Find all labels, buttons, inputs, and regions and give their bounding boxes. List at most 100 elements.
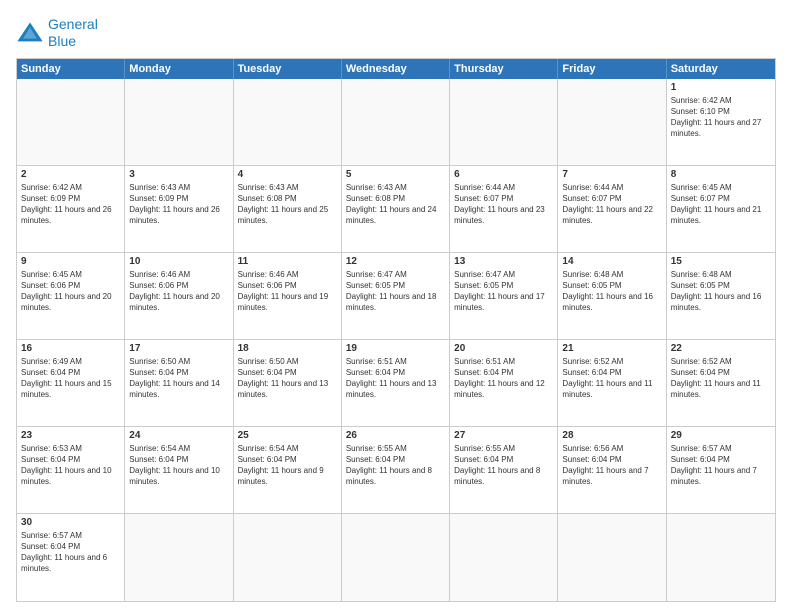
cell-info: Sunrise: 6:57 AMSunset: 6:04 PMDaylight:…	[21, 530, 120, 575]
page-header: General Blue	[16, 16, 776, 50]
calendar-cell: 25 Sunrise: 6:54 AMSunset: 6:04 PMDaylig…	[234, 427, 342, 513]
cell-info: Sunrise: 6:47 AMSunset: 6:05 PMDaylight:…	[454, 269, 553, 314]
logo-icon	[16, 19, 44, 47]
calendar-cell: 9 Sunrise: 6:45 AMSunset: 6:06 PMDayligh…	[17, 253, 125, 339]
calendar-cell: 19 Sunrise: 6:51 AMSunset: 6:04 PMDaylig…	[342, 340, 450, 426]
cell-info: Sunrise: 6:44 AMSunset: 6:07 PMDaylight:…	[454, 182, 553, 227]
cell-info: Sunrise: 6:42 AMSunset: 6:09 PMDaylight:…	[21, 182, 120, 227]
calendar-cell: 27 Sunrise: 6:55 AMSunset: 6:04 PMDaylig…	[450, 427, 558, 513]
calendar-cell: 23 Sunrise: 6:53 AMSunset: 6:04 PMDaylig…	[17, 427, 125, 513]
calendar-cell: 24 Sunrise: 6:54 AMSunset: 6:04 PMDaylig…	[125, 427, 233, 513]
day-header-saturday: Saturday	[667, 59, 775, 79]
day-header-thursday: Thursday	[450, 59, 558, 79]
cell-date: 15	[671, 256, 771, 267]
cell-date: 6	[454, 169, 553, 180]
cell-date: 22	[671, 343, 771, 354]
day-header-monday: Monday	[125, 59, 233, 79]
cell-date: 24	[129, 430, 228, 441]
cell-date: 4	[238, 169, 337, 180]
cell-info: Sunrise: 6:55 AMSunset: 6:04 PMDaylight:…	[454, 443, 553, 488]
calendar-row: 16 Sunrise: 6:49 AMSunset: 6:04 PMDaylig…	[17, 340, 775, 427]
calendar-cell: 26 Sunrise: 6:55 AMSunset: 6:04 PMDaylig…	[342, 427, 450, 513]
calendar-cell	[342, 514, 450, 601]
cell-date: 16	[21, 343, 120, 354]
cell-date: 30	[21, 517, 120, 528]
cell-info: Sunrise: 6:52 AMSunset: 6:04 PMDaylight:…	[562, 356, 661, 401]
cell-date: 29	[671, 430, 771, 441]
cell-date: 23	[21, 430, 120, 441]
calendar-cell	[450, 79, 558, 165]
calendar-cell: 28 Sunrise: 6:56 AMSunset: 6:04 PMDaylig…	[558, 427, 666, 513]
calendar-cell: 22 Sunrise: 6:52 AMSunset: 6:04 PMDaylig…	[667, 340, 775, 426]
calendar-cell: 8 Sunrise: 6:45 AMSunset: 6:07 PMDayligh…	[667, 166, 775, 252]
cell-info: Sunrise: 6:42 AMSunset: 6:10 PMDaylight:…	[671, 95, 771, 140]
cell-info: Sunrise: 6:48 AMSunset: 6:05 PMDaylight:…	[671, 269, 771, 314]
logo: General Blue	[16, 16, 98, 50]
calendar-cell: 2 Sunrise: 6:42 AMSunset: 6:09 PMDayligh…	[17, 166, 125, 252]
cell-date: 2	[21, 169, 120, 180]
calendar-row: 1 Sunrise: 6:42 AMSunset: 6:10 PMDayligh…	[17, 79, 775, 166]
day-header-sunday: Sunday	[17, 59, 125, 79]
calendar-cell: 12 Sunrise: 6:47 AMSunset: 6:05 PMDaylig…	[342, 253, 450, 339]
calendar-cell	[667, 514, 775, 601]
cell-info: Sunrise: 6:46 AMSunset: 6:06 PMDaylight:…	[129, 269, 228, 314]
calendar-cell: 15 Sunrise: 6:48 AMSunset: 6:05 PMDaylig…	[667, 253, 775, 339]
cell-info: Sunrise: 6:53 AMSunset: 6:04 PMDaylight:…	[21, 443, 120, 488]
calendar-cell: 5 Sunrise: 6:43 AMSunset: 6:08 PMDayligh…	[342, 166, 450, 252]
calendar-cell: 17 Sunrise: 6:50 AMSunset: 6:04 PMDaylig…	[125, 340, 233, 426]
cell-date: 7	[562, 169, 661, 180]
calendar-cell: 3 Sunrise: 6:43 AMSunset: 6:09 PMDayligh…	[125, 166, 233, 252]
calendar-cell	[558, 79, 666, 165]
cell-info: Sunrise: 6:48 AMSunset: 6:05 PMDaylight:…	[562, 269, 661, 314]
calendar-cell	[17, 79, 125, 165]
cell-date: 11	[238, 256, 337, 267]
calendar-cell: 1 Sunrise: 6:42 AMSunset: 6:10 PMDayligh…	[667, 79, 775, 165]
calendar-cell	[125, 514, 233, 601]
cell-info: Sunrise: 6:54 AMSunset: 6:04 PMDaylight:…	[238, 443, 337, 488]
cell-info: Sunrise: 6:56 AMSunset: 6:04 PMDaylight:…	[562, 443, 661, 488]
cell-info: Sunrise: 6:43 AMSunset: 6:08 PMDaylight:…	[238, 182, 337, 227]
logo-blue: Blue	[48, 33, 98, 50]
logo-general: General	[48, 16, 98, 32]
cell-date: 20	[454, 343, 553, 354]
cell-info: Sunrise: 6:55 AMSunset: 6:04 PMDaylight:…	[346, 443, 445, 488]
cell-info: Sunrise: 6:57 AMSunset: 6:04 PMDaylight:…	[671, 443, 771, 488]
calendar-cell	[234, 514, 342, 601]
cell-info: Sunrise: 6:50 AMSunset: 6:04 PMDaylight:…	[238, 356, 337, 401]
calendar-cell	[234, 79, 342, 165]
calendar-cell: 29 Sunrise: 6:57 AMSunset: 6:04 PMDaylig…	[667, 427, 775, 513]
cell-date: 10	[129, 256, 228, 267]
calendar: SundayMondayTuesdayWednesdayThursdayFrid…	[16, 58, 776, 602]
cell-info: Sunrise: 6:45 AMSunset: 6:06 PMDaylight:…	[21, 269, 120, 314]
calendar-cell: 7 Sunrise: 6:44 AMSunset: 6:07 PMDayligh…	[558, 166, 666, 252]
cell-info: Sunrise: 6:51 AMSunset: 6:04 PMDaylight:…	[346, 356, 445, 401]
calendar-cell	[450, 514, 558, 601]
calendar-cell	[342, 79, 450, 165]
cell-date: 27	[454, 430, 553, 441]
calendar-cell: 13 Sunrise: 6:47 AMSunset: 6:05 PMDaylig…	[450, 253, 558, 339]
cell-info: Sunrise: 6:54 AMSunset: 6:04 PMDaylight:…	[129, 443, 228, 488]
cell-date: 3	[129, 169, 228, 180]
cell-date: 13	[454, 256, 553, 267]
calendar-cell: 18 Sunrise: 6:50 AMSunset: 6:04 PMDaylig…	[234, 340, 342, 426]
calendar-cell	[125, 79, 233, 165]
calendar-row: 23 Sunrise: 6:53 AMSunset: 6:04 PMDaylig…	[17, 427, 775, 514]
calendar-row: 2 Sunrise: 6:42 AMSunset: 6:09 PMDayligh…	[17, 166, 775, 253]
cell-date: 19	[346, 343, 445, 354]
calendar-cell: 10 Sunrise: 6:46 AMSunset: 6:06 PMDaylig…	[125, 253, 233, 339]
cell-date: 26	[346, 430, 445, 441]
calendar-cell: 20 Sunrise: 6:51 AMSunset: 6:04 PMDaylig…	[450, 340, 558, 426]
cell-date: 9	[21, 256, 120, 267]
cell-date: 8	[671, 169, 771, 180]
cell-date: 18	[238, 343, 337, 354]
cell-info: Sunrise: 6:43 AMSunset: 6:09 PMDaylight:…	[129, 182, 228, 227]
cell-info: Sunrise: 6:46 AMSunset: 6:06 PMDaylight:…	[238, 269, 337, 314]
cell-info: Sunrise: 6:51 AMSunset: 6:04 PMDaylight:…	[454, 356, 553, 401]
calendar-cell: 14 Sunrise: 6:48 AMSunset: 6:05 PMDaylig…	[558, 253, 666, 339]
cell-date: 25	[238, 430, 337, 441]
cell-info: Sunrise: 6:43 AMSunset: 6:08 PMDaylight:…	[346, 182, 445, 227]
calendar-cell: 6 Sunrise: 6:44 AMSunset: 6:07 PMDayligh…	[450, 166, 558, 252]
day-header-tuesday: Tuesday	[234, 59, 342, 79]
cell-info: Sunrise: 6:47 AMSunset: 6:05 PMDaylight:…	[346, 269, 445, 314]
day-headers: SundayMondayTuesdayWednesdayThursdayFrid…	[17, 59, 775, 79]
